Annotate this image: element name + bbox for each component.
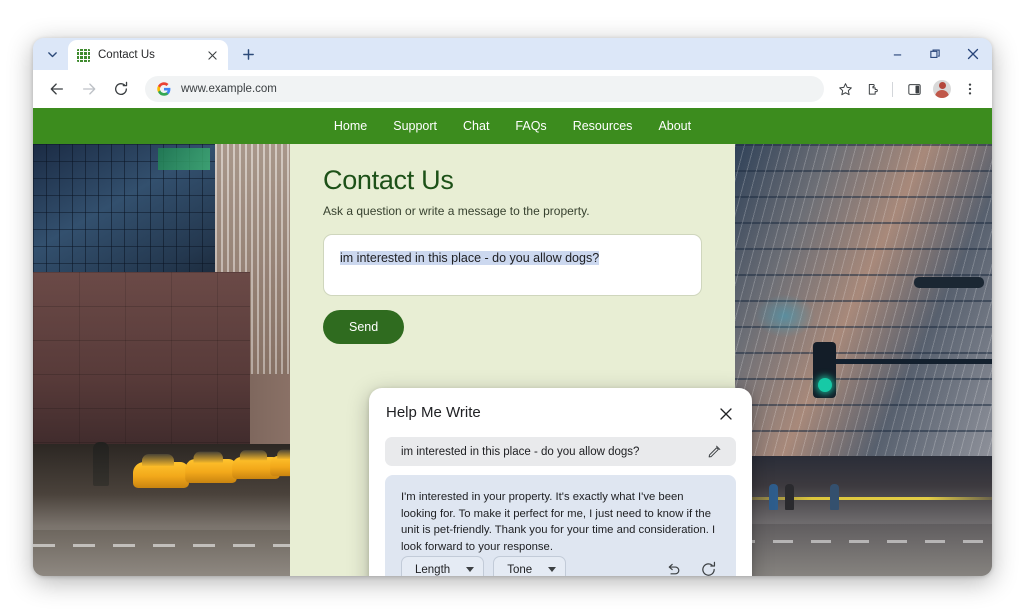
browser-window: Contact Us [33,38,992,576]
tab-search-icon[interactable] [38,41,66,67]
page-subtitle: Ask a question or write a message to the… [323,204,702,218]
browser-tab[interactable]: Contact Us [68,40,228,70]
result-panel: I'm interested in your property. It's ex… [385,475,736,576]
dialog-title: Help Me Write [385,404,481,421]
puzzle-piece-icon[interactable] [860,76,886,102]
tab-favicon-icon [77,49,90,62]
send-button[interactable]: Send [323,310,404,344]
avatar [933,80,951,98]
dialog-header: Help Me Write [385,404,736,424]
prompt-row[interactable]: im interested in this place - do you all… [385,437,736,466]
tab-strip: Contact Us [33,38,992,70]
result-text: I'm interested in your property. It's ex… [401,489,720,555]
right-city-photo [735,144,992,576]
reload-icon[interactable] [107,75,135,103]
side-panel-icon[interactable] [901,76,927,102]
chevron-down-icon [548,567,556,572]
profile-avatar-icon[interactable] [929,76,955,102]
tone-label: Tone [507,564,532,576]
browser-toolbar: www.example.com [33,70,992,108]
close-tab-icon[interactable] [204,47,220,63]
result-actions [664,561,720,576]
page-title: Contact Us [323,166,702,196]
toolbar-divider [892,82,893,97]
message-textarea[interactable]: im interested in this place - do you all… [323,234,702,296]
pencil-icon[interactable] [705,443,723,461]
tab-title: Contact Us [98,49,204,61]
forward-arrow-icon [75,75,103,103]
back-arrow-icon[interactable] [43,75,71,103]
help-me-write-dialog: Help Me Write im interested in this plac… [369,388,752,576]
nav-item-support[interactable]: Support [393,119,437,133]
length-dropdown[interactable]: Length [401,556,484,576]
restore-button[interactable] [916,38,954,70]
page-viewport: Home Support Chat FAQs Resources About [33,108,992,576]
address-bar[interactable]: www.example.com [145,76,824,102]
undo-icon[interactable] [664,561,682,576]
close-window-button[interactable] [954,38,992,70]
url-text: www.example.com [181,83,277,95]
tone-dropdown[interactable]: Tone [493,556,566,576]
new-tab-button[interactable] [235,41,261,67]
nav-item-faqs[interactable]: FAQs [515,119,546,133]
site-navigation: Home Support Chat FAQs Resources About [33,108,992,144]
prompt-text: im interested in this place - do you all… [401,446,705,458]
minimize-button[interactable] [878,38,916,70]
three-dot-menu-icon[interactable] [957,76,983,102]
refresh-icon[interactable] [699,561,717,576]
star-icon[interactable] [832,76,858,102]
left-city-photo [33,144,290,576]
nav-item-about[interactable]: About [658,119,691,133]
nav-item-chat[interactable]: Chat [463,119,489,133]
message-text: im interested in this place - do you all… [340,251,599,265]
nav-item-resources[interactable]: Resources [573,119,633,133]
window-controls [878,38,992,70]
result-controls: Length Tone [401,556,720,576]
nav-item-home[interactable]: Home [334,119,367,133]
close-icon[interactable] [716,404,736,424]
chevron-down-icon [466,567,474,572]
google-g-icon [157,82,171,96]
length-label: Length [415,564,450,576]
